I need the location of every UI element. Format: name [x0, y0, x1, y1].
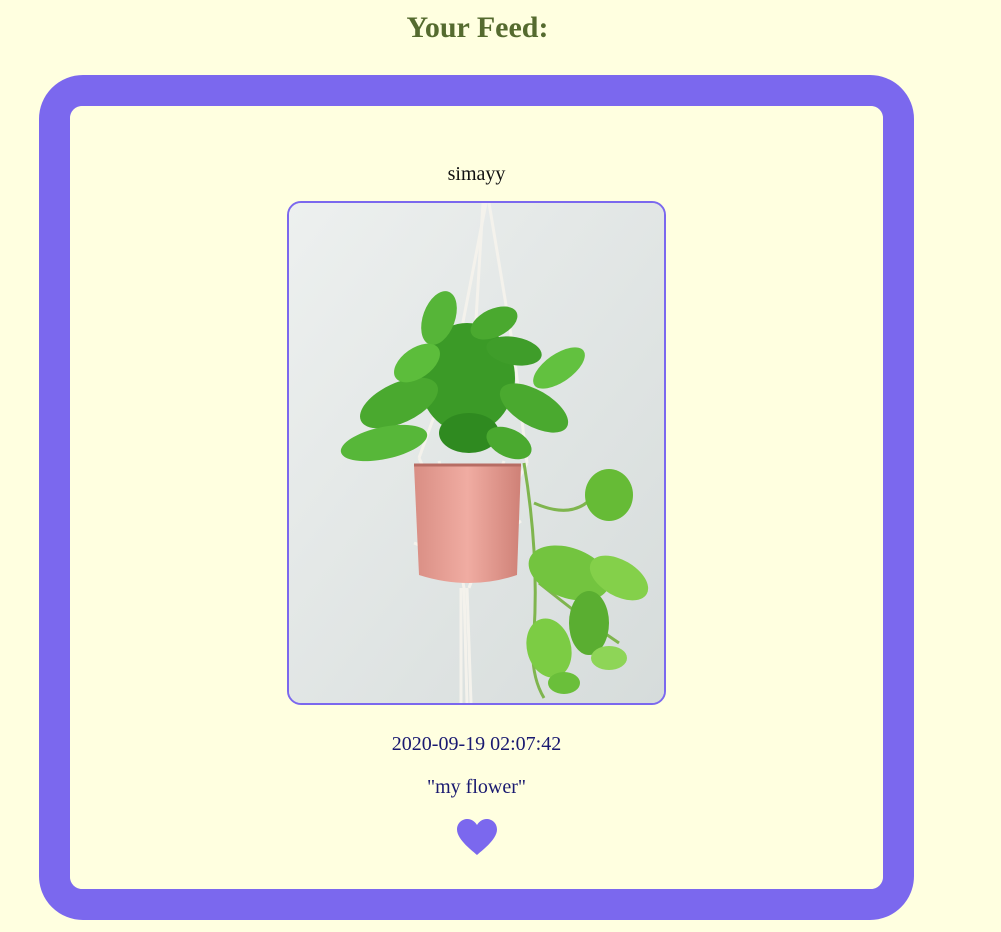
- post-caption: "my flower": [426, 776, 527, 798]
- post-username[interactable]: simayy: [70, 162, 883, 186]
- like-button[interactable]: [456, 818, 498, 856]
- heart-icon: [457, 819, 497, 855]
- post-inner-panel: simayy 2020-09-19 02:07:42 "my flower": [70, 106, 883, 889]
- post-photo[interactable]: [287, 201, 666, 705]
- post-card: simayy 2020-09-19 02:07:42 "my flower": [39, 75, 914, 920]
- feed-title: Your Feed:: [406, 11, 549, 44]
- plant-photo-illustration: [289, 203, 664, 703]
- post-timestamp: 2020-09-19 02:07:42: [391, 733, 562, 755]
